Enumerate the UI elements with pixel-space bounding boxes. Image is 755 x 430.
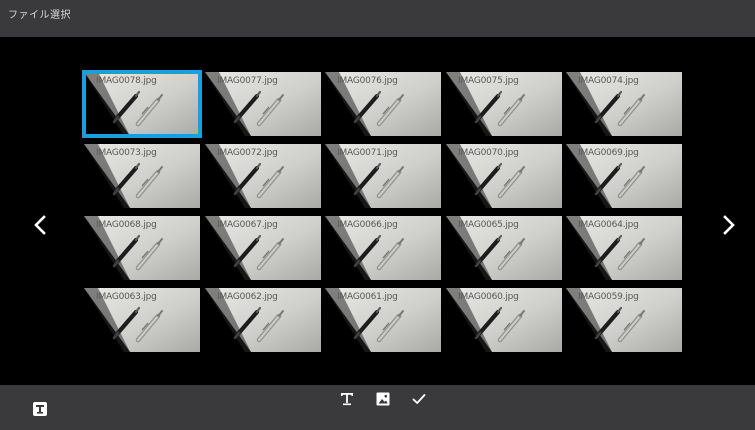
file-name-label: IMAG0077.jpg — [217, 76, 278, 86]
file-thumbnail[interactable]: IMAG0078.jpg — [84, 72, 200, 136]
text-format-button[interactable] — [338, 390, 356, 408]
file-picker-screen: ファイル選択 IMAG0078.jpg IMAG0077.jpg IMAG0076.… — [0, 0, 755, 430]
bottom-toolbar — [0, 385, 755, 430]
checkmark-icon — [412, 394, 426, 404]
file-name-label: IMAG0064.jpg — [578, 220, 639, 230]
confirm-button[interactable] — [410, 390, 428, 408]
file-name-label: IMAG0060.jpg — [458, 292, 519, 302]
file-name-label: IMAG0062.jpg — [217, 292, 278, 302]
text-box-button[interactable] — [31, 400, 49, 418]
file-thumbnail[interactable]: IMAG0061.jpg — [325, 288, 441, 352]
chevron-left-icon — [34, 215, 46, 235]
chevron-right-icon — [723, 215, 735, 235]
window-title: ファイル選択 — [8, 10, 71, 21]
file-name-label: IMAG0072.jpg — [217, 148, 278, 158]
file-name-label: IMAG0067.jpg — [217, 220, 278, 230]
file-thumbnail[interactable]: IMAG0059.jpg — [566, 288, 682, 352]
file-thumbnail[interactable]: IMAG0075.jpg — [446, 72, 562, 136]
file-thumbnail[interactable]: IMAG0062.jpg — [205, 288, 321, 352]
title-bar: ファイル選択 — [0, 0, 755, 37]
image-button[interactable] — [374, 390, 392, 408]
file-thumbnail[interactable]: IMAG0072.jpg — [205, 144, 321, 208]
file-name-label: IMAG0073.jpg — [96, 148, 157, 158]
file-thumbnail[interactable]: IMAG0060.jpg — [446, 288, 562, 352]
file-thumbnail[interactable]: IMAG0063.jpg — [84, 288, 200, 352]
file-thumbnail[interactable]: IMAG0071.jpg — [325, 144, 441, 208]
file-name-label: IMAG0061.jpg — [337, 292, 398, 302]
file-thumbnail[interactable]: IMAG0065.jpg — [446, 216, 562, 280]
file-name-label: IMAG0075.jpg — [458, 76, 519, 86]
file-thumbnail[interactable]: IMAG0064.jpg — [566, 216, 682, 280]
next-page-button[interactable] — [718, 208, 740, 242]
file-name-label: IMAG0071.jpg — [337, 148, 398, 158]
file-name-label: IMAG0074.jpg — [578, 76, 639, 86]
file-thumbnail[interactable]: IMAG0077.jpg — [205, 72, 321, 136]
file-name-label: IMAG0076.jpg — [337, 76, 398, 86]
file-thumbnail[interactable]: IMAG0067.jpg — [205, 216, 321, 280]
file-thumbnail[interactable]: IMAG0068.jpg — [84, 216, 200, 280]
file-name-label: IMAG0069.jpg — [578, 148, 639, 158]
file-name-label: IMAG0063.jpg — [96, 292, 157, 302]
file-thumbnail[interactable]: IMAG0070.jpg — [446, 144, 562, 208]
text-box-icon — [33, 402, 47, 416]
file-thumbnail[interactable]: IMAG0066.jpg — [325, 216, 441, 280]
file-thumbnail[interactable]: IMAG0069.jpg — [566, 144, 682, 208]
file-name-label: IMAG0068.jpg — [96, 220, 157, 230]
file-thumbnail[interactable]: IMAG0076.jpg — [325, 72, 441, 136]
file-name-label: IMAG0078.jpg — [96, 76, 157, 86]
file-name-label: IMAG0070.jpg — [458, 148, 519, 158]
file-name-label: IMAG0066.jpg — [337, 220, 398, 230]
file-thumbnail[interactable]: IMAG0073.jpg — [84, 144, 200, 208]
file-thumbnail[interactable]: IMAG0074.jpg — [566, 72, 682, 136]
file-name-label: IMAG0065.jpg — [458, 220, 519, 230]
image-icon — [376, 392, 390, 406]
text-format-icon — [341, 393, 353, 406]
file-name-label: IMAG0059.jpg — [578, 292, 639, 302]
file-thumbnail-grid: IMAG0078.jpg IMAG0077.jpg IMAG0076.jpg IMAG… — [82, 70, 682, 360]
previous-page-button[interactable] — [29, 208, 51, 242]
